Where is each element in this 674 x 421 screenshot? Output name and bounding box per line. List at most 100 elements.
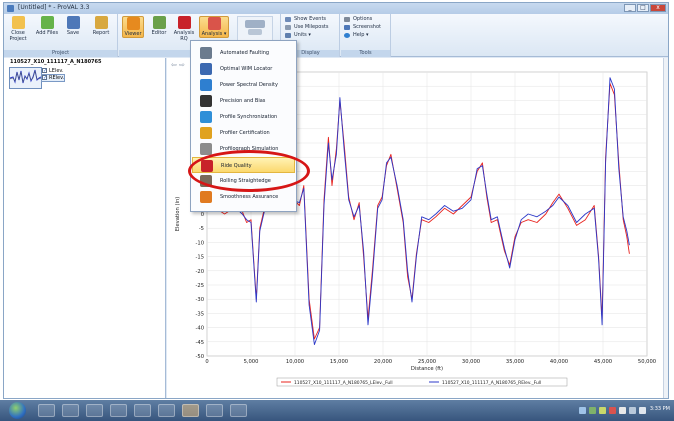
arrow-left-icon[interactable]: ⇦ — [171, 61, 177, 69]
windows-start-icon[interactable] — [9, 402, 26, 419]
x-tick-label: 40,000 — [550, 359, 568, 365]
taskbar: 3:33 PM — [0, 400, 674, 421]
tray-flag-icon[interactable] — [619, 407, 626, 414]
red-highlight-circle — [188, 150, 310, 192]
events-icon — [285, 17, 291, 22]
sync-icon — [200, 111, 212, 123]
ribbon-group-label: Tools — [341, 50, 390, 57]
ruler-icon — [285, 33, 291, 38]
taskbar-folder-icon[interactable] — [86, 404, 103, 417]
y-tick-label: -20 — [196, 269, 204, 275]
tray-signal-icon[interactable] — [599, 407, 606, 414]
y-tick-label: -40 — [196, 326, 204, 332]
save-icon — [66, 16, 80, 29]
menu-item-precision-and-bias[interactable]: Precision and Bias — [192, 93, 295, 109]
y-tick-label: -25 — [196, 283, 204, 289]
menu-item-profile-synchronization[interactable]: Profile Synchronization — [192, 109, 295, 125]
close-project-button[interactable]: Close Project — [8, 16, 28, 42]
folder-icon — [11, 16, 25, 29]
app-icon — [7, 5, 14, 12]
help-dropdown[interactable]: Help ▾ — [344, 32, 369, 39]
use-mileposts-toggle[interactable]: Use Mileposts — [285, 24, 329, 31]
channel-checkbox-lelev[interactable]: ✓ LElev. — [42, 68, 64, 74]
taskbar-paint-icon[interactable] — [206, 404, 223, 417]
chevron-down-icon: ▾ — [306, 32, 311, 38]
x-tick-label: 35,000 — [506, 359, 524, 365]
faulting-icon — [200, 47, 212, 59]
x-tick-label: 20,000 — [374, 359, 392, 365]
menu-item-label: Profile Synchronization — [220, 114, 278, 120]
arrow-right-icon[interactable]: ⇨ — [179, 61, 185, 69]
taskbar-player-icon[interactable] — [134, 404, 151, 417]
save-button[interactable]: Save — [62, 16, 84, 36]
show-events-toggle[interactable]: Show Events — [285, 16, 326, 23]
legend-entry: 110527_X10_111117_A_N180765_RElev._Full — [442, 380, 541, 386]
editor-icon — [152, 16, 166, 29]
tray-network-icon[interactable] — [579, 407, 586, 414]
layout-icon — [245, 20, 265, 28]
window-title: [Untitled] * - ProVAL 3.3 — [18, 4, 90, 11]
psd-icon — [200, 79, 212, 91]
options-button[interactable]: Options — [344, 16, 372, 23]
taskbar-clock: 3:33 PM — [649, 406, 670, 412]
ribbon-group-tools: Options Screenshot Help ▾ Tools — [341, 14, 391, 57]
layout-small-icon — [248, 29, 262, 35]
menu-item-label: Profiler Certification — [220, 130, 270, 136]
y-tick-label: -45 — [196, 340, 204, 346]
menu-item-power-spectral-density[interactable]: Power Spectral Density — [192, 77, 295, 93]
y-tick-label: -10 — [196, 240, 204, 246]
menu-item-label: Precision and Bias — [220, 98, 266, 104]
taskbar-app-icon[interactable] — [182, 404, 199, 417]
analysis-rq-button[interactable]: Analysis RQ — [172, 16, 196, 42]
taskbar-media-icon[interactable] — [62, 404, 79, 417]
smoothness-icon — [200, 191, 212, 203]
profile-thumbnail[interactable] — [9, 67, 42, 89]
x-axis-label: Distance (ft) — [411, 366, 443, 372]
tray-antivirus-icon[interactable] — [609, 407, 616, 414]
close-window-button[interactable]: x — [650, 4, 666, 12]
camera-icon — [344, 25, 350, 30]
channel-checkbox-relev[interactable]: ✓ RElev. — [40, 74, 66, 82]
x-tick-label: 15,000 — [330, 359, 348, 365]
menu-item-automated-faulting[interactable]: Automated Faulting — [192, 45, 295, 61]
x-tick-label: 50,000 — [638, 359, 656, 365]
report-icon — [94, 16, 108, 29]
bar-chart-icon — [207, 17, 221, 30]
checkbox-checked-icon: ✓ — [42, 68, 48, 74]
maximize-button[interactable]: □ — [637, 4, 649, 12]
units-dropdown[interactable]: Units ▾ — [285, 32, 311, 39]
add-files-icon — [40, 16, 54, 29]
ribbon: Close Project Add Files Save Report Proj… — [4, 14, 668, 57]
menu-item-label: Optimal WIM Locator — [220, 66, 273, 72]
taskbar-acrobat-icon[interactable] — [158, 404, 175, 417]
viewer-button[interactable]: Viewer — [122, 16, 144, 38]
analysis-dropdown-button[interactable]: Analysis ▾ — [199, 16, 229, 38]
x-tick-label: 10,000 — [286, 359, 304, 365]
taskbar-proval-icon[interactable] — [230, 404, 247, 417]
help-icon — [344, 33, 350, 38]
window-controls: _ □ x — [624, 4, 666, 12]
tray-volume-icon[interactable] — [639, 407, 646, 414]
screenshot-button[interactable]: Screenshot — [344, 24, 381, 31]
navigation-arrows[interactable]: ⇦ ⇨ — [171, 61, 185, 69]
chevron-down-icon: ▾ — [222, 31, 227, 37]
y-axis-label: Elevation (in) — [175, 197, 181, 232]
tray-battery-icon[interactable] — [629, 407, 636, 414]
menu-item-profiler-certification[interactable]: Profiler Certification — [192, 125, 295, 141]
x-tick-label: 25,000 — [418, 359, 436, 365]
report-button[interactable]: Report — [88, 16, 114, 36]
tray-shield-icon[interactable] — [589, 407, 596, 414]
x-tick-label: 45,000 — [594, 359, 612, 365]
menu-item-optimal-wim-locator[interactable]: Optimal WIM Locator — [192, 61, 295, 77]
add-files-button[interactable]: Add Files — [34, 16, 60, 36]
vertical-scrollbar[interactable] — [663, 58, 668, 398]
editor-button[interactable]: Editor — [148, 16, 170, 36]
system-tray — [579, 404, 646, 417]
y-tick-label: -30 — [196, 297, 204, 303]
menu-item-label: Automated Faulting — [220, 50, 270, 56]
gear-icon — [344, 17, 350, 22]
minimize-button[interactable]: _ — [624, 4, 636, 12]
taskbar-ie-icon[interactable] — [38, 404, 55, 417]
ribbon-group-project: Close Project Add Files Save Report Proj… — [4, 14, 118, 57]
taskbar-window-icon[interactable] — [110, 404, 127, 417]
